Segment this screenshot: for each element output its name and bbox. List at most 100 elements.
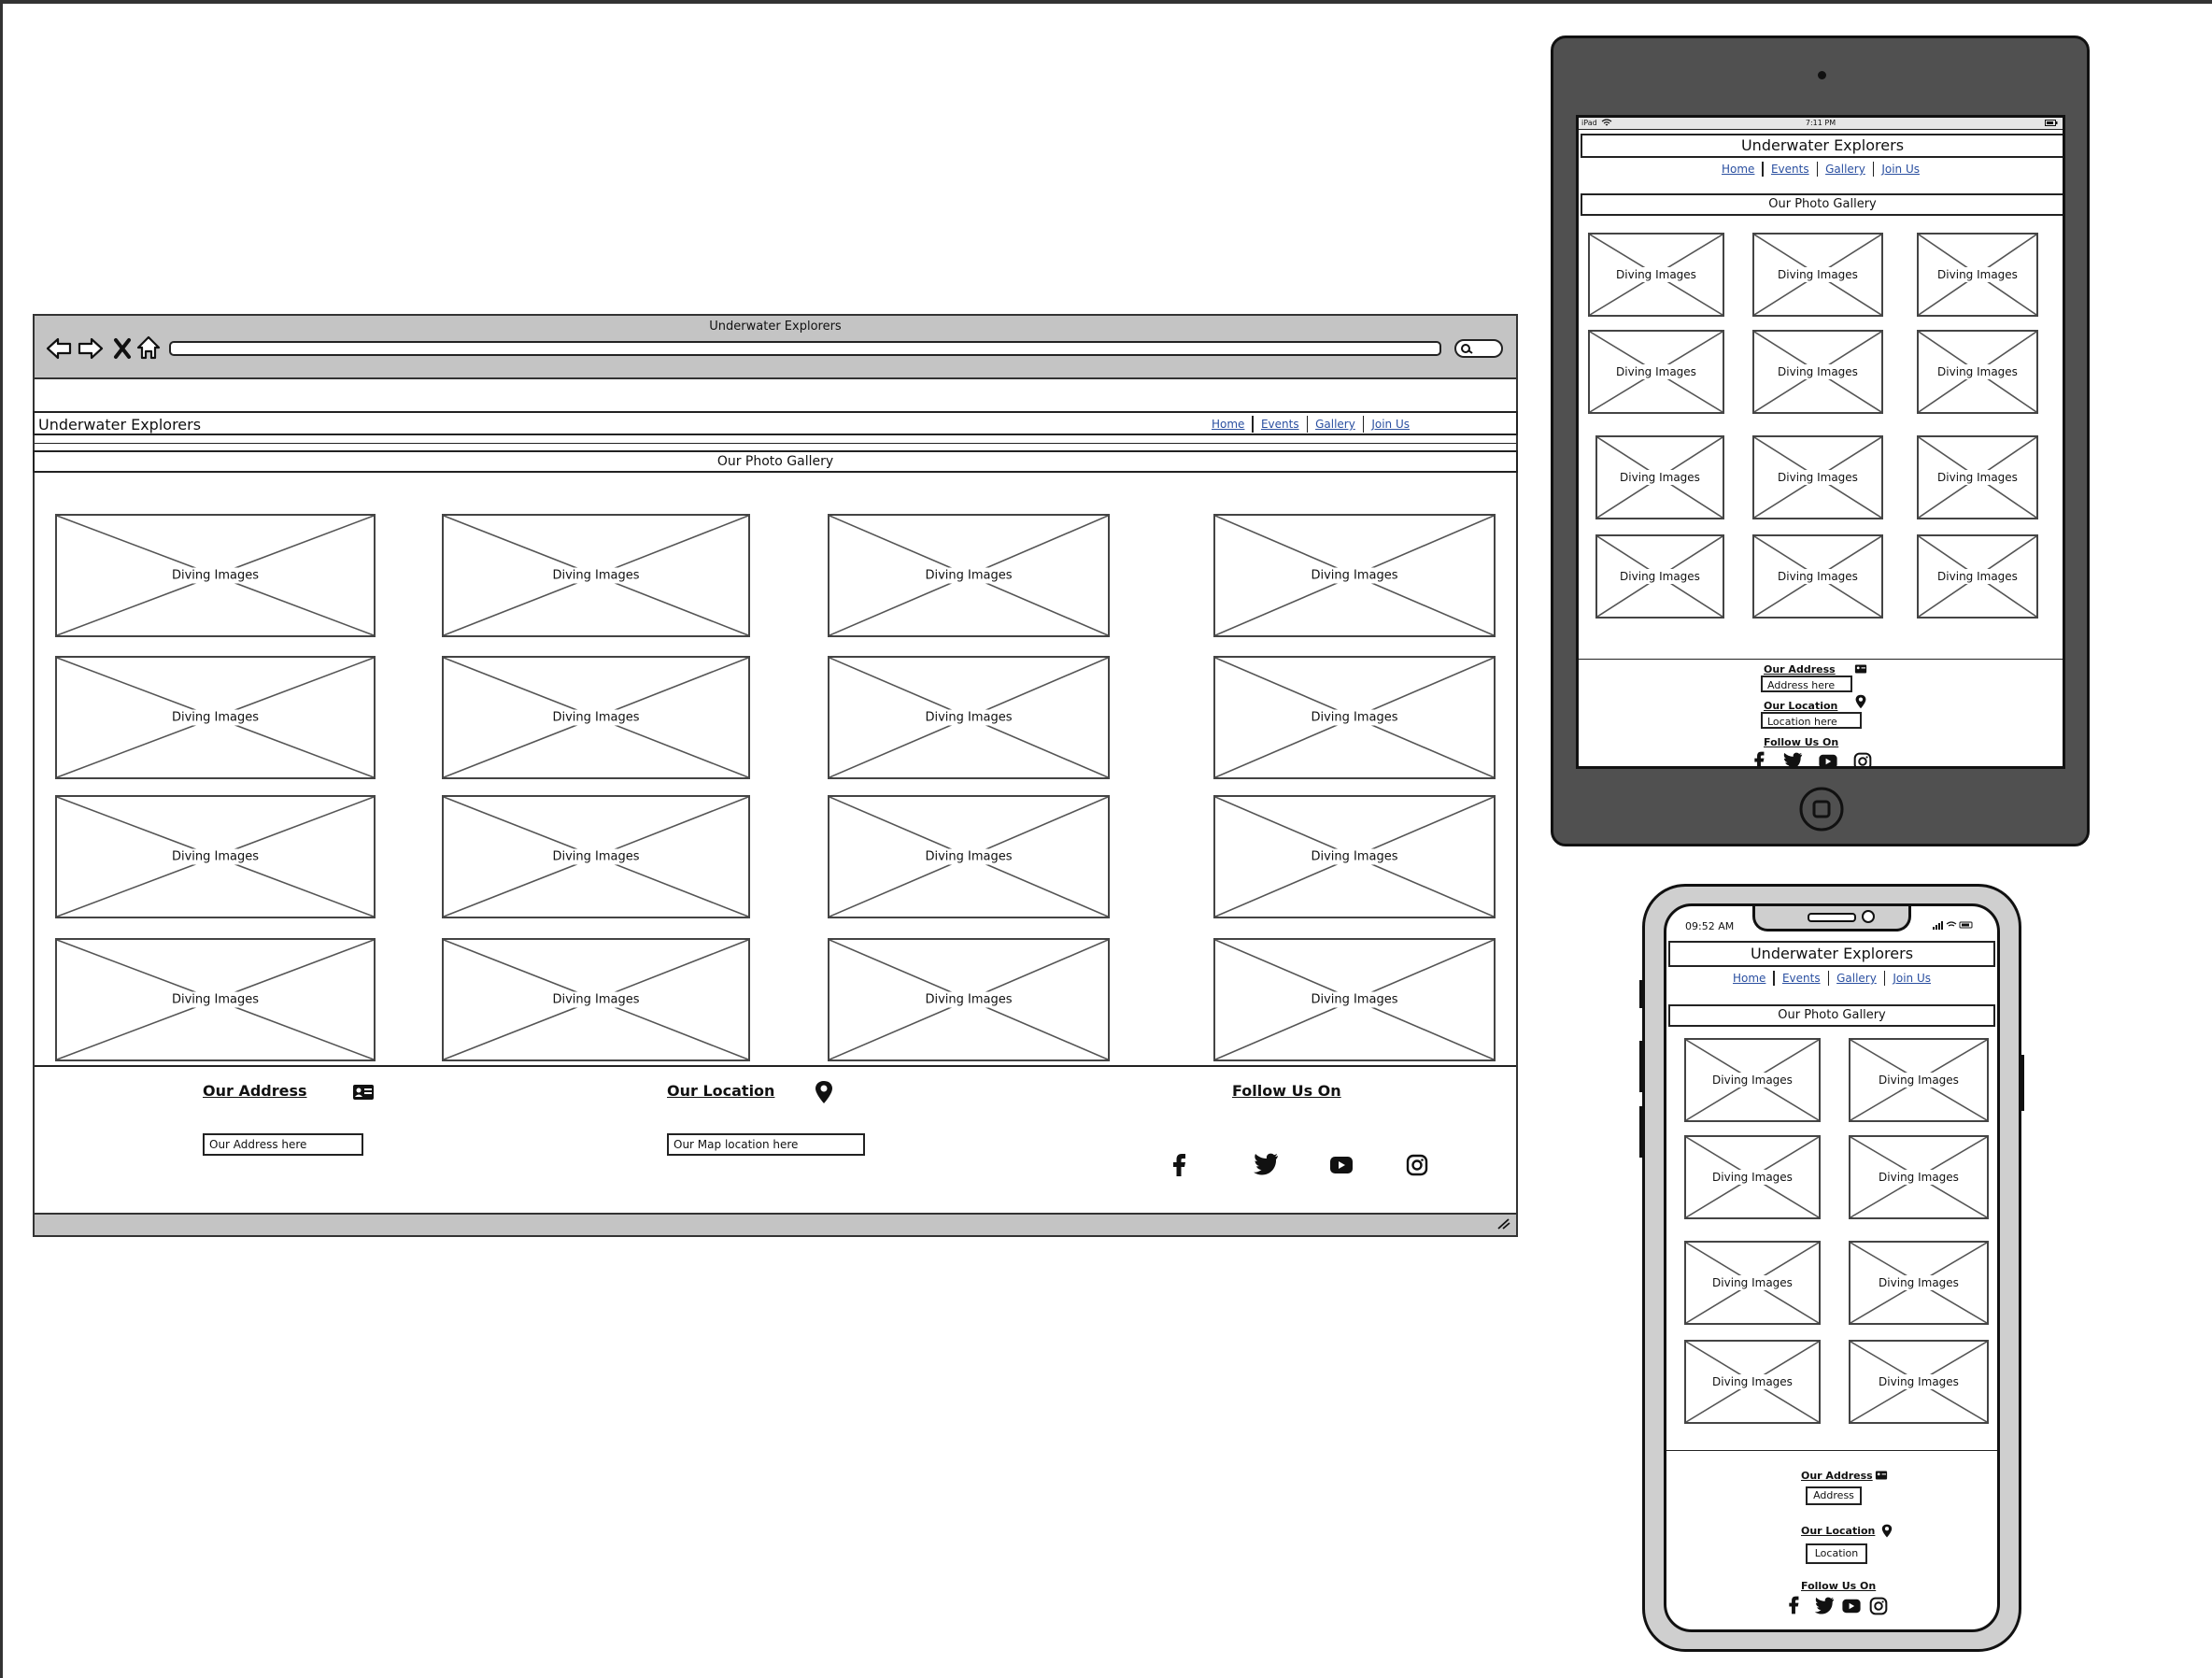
phone-location-field[interactable]: Location <box>1806 1543 1867 1564</box>
desktop-image-placeholder: Diving Images <box>1213 795 1496 918</box>
image-placeholder-label: Diving Images <box>920 848 1017 865</box>
phone-image-placeholder: Diving Images <box>1849 1135 1989 1219</box>
tablet-address-title: Our Address <box>1764 663 1836 675</box>
phone-image-placeholder: Diving Images <box>1849 1241 1989 1325</box>
address-title: Our Address <box>203 1082 307 1100</box>
image-placeholder-label: Diving Images <box>1933 470 2022 485</box>
desktop-image-placeholder: Diving Images <box>1213 514 1496 637</box>
desktop-image-placeholder: Diving Images <box>442 938 750 1061</box>
phone-follow-title: Follow Us On <box>1801 1580 1877 1592</box>
image-placeholder-label: Diving Images <box>1874 1275 1964 1290</box>
facebook-icon[interactable] <box>1170 1153 1187 1177</box>
phone-location-title: Our Location <box>1801 1525 1876 1537</box>
tablet-image-placeholder: Diving Images <box>1917 534 2038 619</box>
resize-grip-icon[interactable] <box>1496 1218 1510 1230</box>
browser-status-bar <box>35 1213 1516 1235</box>
tablet-id-card-icon <box>1854 664 1867 674</box>
tablet-image-placeholder: Diving Images <box>1752 534 1883 619</box>
desktop-image-placeholder: Diving Images <box>828 656 1110 779</box>
image-placeholder-label: Diving Images <box>1933 569 2022 584</box>
tablet-instagram-icon[interactable] <box>1853 752 1872 769</box>
phone-address-title: Our Address <box>1801 1470 1873 1482</box>
image-placeholder-label: Diving Images <box>1773 470 1863 485</box>
tablet-image-placeholder: Diving Images <box>1588 330 1724 414</box>
address-field[interactable]: Our Address here <box>203 1133 363 1156</box>
image-placeholder-label: Diving Images <box>920 991 1017 1008</box>
tablet-home-button[interactable] <box>1798 786 1845 832</box>
image-placeholder-label: Diving Images <box>166 709 264 726</box>
tablet-camera <box>1818 71 1826 79</box>
image-placeholder-label: Diving Images <box>1306 709 1403 726</box>
phone-facebook-icon[interactable] <box>1787 1595 1800 1615</box>
image-placeholder-label: Diving Images <box>166 991 264 1008</box>
tablet-image-placeholder: Diving Images <box>1588 233 1724 317</box>
image-placeholder-label: Diving Images <box>1874 1170 1964 1185</box>
image-placeholder-label: Diving Images <box>920 567 1017 584</box>
tablet-youtube-icon[interactable] <box>1818 754 1838 769</box>
phone-volume-up <box>1639 1041 1643 1092</box>
desktop-browser-window: Underwater Explorers Underwater Explorer… <box>33 314 1518 1237</box>
instagram-icon[interactable] <box>1406 1154 1428 1176</box>
tablet-image-placeholder: Diving Images <box>1752 330 1883 414</box>
image-placeholder-label: Diving Images <box>1773 267 1863 282</box>
tablet-map-pin-icon <box>1855 694 1866 709</box>
tablet-image-placeholder: Diving Images <box>1595 435 1724 519</box>
desktop-image-placeholder: Diving Images <box>55 795 376 918</box>
desktop-image-placeholder: Diving Images <box>55 514 376 637</box>
desktop-image-placeholder: Diving Images <box>55 938 376 1061</box>
desktop-image-placeholder: Diving Images <box>828 514 1110 637</box>
desktop-image-placeholder: Diving Images <box>442 795 750 918</box>
location-title: Our Location <box>667 1082 775 1100</box>
tablet-twitter-icon[interactable] <box>1782 752 1803 769</box>
image-placeholder-label: Diving Images <box>1306 567 1403 584</box>
phone-gallery-grid: Diving Images Diving Images Diving Images D… <box>1666 906 1997 1629</box>
phone-image-placeholder: Diving Images <box>1684 1340 1821 1424</box>
phone-device: 09:52 AM Underwater Explorers Home Event… <box>1639 884 2024 1652</box>
image-placeholder-label: Diving Images <box>547 848 645 865</box>
image-placeholder-label: Diving Images <box>1708 1073 1797 1088</box>
tablet-footer-divider <box>1579 659 2063 660</box>
phone-instagram-icon[interactable] <box>1869 1597 1888 1615</box>
image-placeholder-label: Diving Images <box>1933 267 2022 282</box>
phone-youtube-icon[interactable] <box>1841 1599 1862 1614</box>
tablet-image-placeholder: Diving Images <box>1752 435 1883 519</box>
location-field[interactable]: Our Map location here <box>667 1133 865 1156</box>
phone-volume-down <box>1639 1106 1643 1158</box>
image-placeholder-label: Diving Images <box>1933 364 2022 379</box>
desktop-image-placeholder: Diving Images <box>1213 938 1496 1061</box>
image-placeholder-label: Diving Images <box>1708 1374 1797 1389</box>
image-placeholder-label: Diving Images <box>547 991 645 1008</box>
image-placeholder-label: Diving Images <box>1611 364 1701 379</box>
image-placeholder-label: Diving Images <box>1306 848 1403 865</box>
phone-screen: 09:52 AM Underwater Explorers Home Event… <box>1664 903 2000 1632</box>
tablet-location-field[interactable]: Location here <box>1761 712 1862 729</box>
tablet-facebook-icon[interactable] <box>1752 750 1765 769</box>
tablet-image-placeholder: Diving Images <box>1752 233 1883 317</box>
image-placeholder-label: Diving Images <box>1874 1073 1964 1088</box>
phone-image-placeholder: Diving Images <box>1849 1340 1989 1424</box>
id-card-icon <box>353 1085 374 1100</box>
phone-id-card-icon <box>1875 1471 1888 1480</box>
image-placeholder-label: Diving Images <box>1306 991 1403 1008</box>
image-placeholder-label: Diving Images <box>166 848 264 865</box>
phone-power-button <box>2021 1055 2024 1111</box>
phone-address-field[interactable]: Address <box>1806 1486 1862 1505</box>
image-placeholder-label: Diving Images <box>1611 267 1701 282</box>
youtube-icon[interactable] <box>1329 1156 1354 1174</box>
image-placeholder-label: Diving Images <box>1708 1170 1797 1185</box>
follow-title: Follow Us On <box>1232 1082 1341 1100</box>
tablet-device: iPad 7:11 PM Underwater Explorers Home E… <box>1551 36 2090 846</box>
map-pin-icon <box>815 1081 832 1103</box>
desktop-image-placeholder: Diving Images <box>442 514 750 637</box>
tablet-screen: iPad 7:11 PM Underwater Explorers Home E… <box>1576 115 2065 769</box>
image-placeholder-label: Diving Images <box>1615 470 1705 485</box>
image-placeholder-label: Diving Images <box>547 709 645 726</box>
image-placeholder-label: Diving Images <box>920 709 1017 726</box>
tablet-address-field[interactable]: Address here <box>1761 675 1852 692</box>
phone-twitter-icon[interactable] <box>1814 1597 1835 1614</box>
image-placeholder-label: Diving Images <box>1773 569 1863 584</box>
twitter-icon[interactable] <box>1253 1153 1279 1175</box>
phone-map-pin-icon <box>1881 1524 1893 1538</box>
tablet-image-placeholder: Diving Images <box>1917 330 2038 414</box>
tablet-image-placeholder: Diving Images <box>1917 233 2038 317</box>
